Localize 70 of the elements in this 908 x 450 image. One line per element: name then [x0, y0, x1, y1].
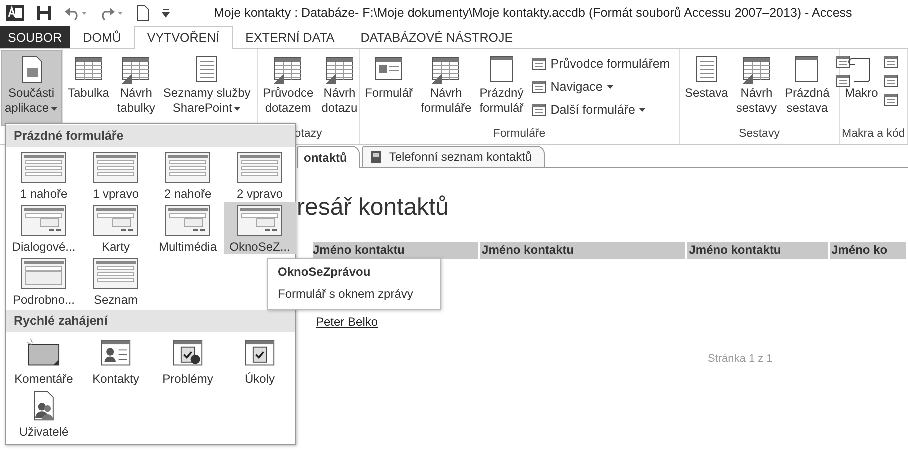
gallery-item[interactable]: Problémy [152, 334, 224, 386]
ribbon-tab[interactable]: EXTERNÍ DATA [232, 26, 348, 48]
contact-link[interactable]: Peter Belko [316, 315, 378, 329]
ribbon-button[interactable]: Makro [842, 51, 882, 125]
section-header: Prázdné formuláře [6, 125, 295, 147]
gallery-item[interactable]: Kontakty [80, 334, 152, 386]
window-title: Moje kontakty : Databáze- F:\Moje dokumenty\Moje kontakty.accdb (Formát souborů Accessu 2007–2013) - Access [214, 6, 852, 20]
column-header: Jméno kontaktu [482, 242, 688, 259]
ribbon-button[interactable]: Sestava [682, 51, 732, 125]
gallery-item[interactable]: 1 nahoře [8, 149, 80, 201]
new-document-icon[interactable] [136, 5, 150, 21]
column-header: Jméno kontaktu [313, 242, 480, 259]
gallery-item[interactable]: Seznam [80, 255, 152, 307]
undo-icon[interactable] [64, 6, 88, 20]
form-layout-icon [21, 152, 67, 184]
gallery-item[interactable]: Karty [80, 202, 152, 254]
form-layout-icon [93, 258, 139, 290]
section-header: Rychlé zahájení [6, 310, 295, 332]
tooltip-text: Formulář s oknem zprávy [278, 287, 414, 301]
column-header: Jméno kontaktu [689, 242, 830, 259]
form-layout-icon [165, 205, 211, 237]
gallery-item[interactable]: Dialogové... [8, 202, 80, 254]
tooltip-title: OknoSeZprávou [278, 265, 372, 279]
ribbon-tab[interactable]: DOMŮ [70, 26, 134, 48]
form-layout-icon [21, 205, 67, 237]
form-layout-icon [237, 152, 283, 184]
customize-icon[interactable] [162, 8, 170, 18]
report-title: resář kontaktů [297, 194, 450, 222]
group-label: otazy [294, 128, 322, 140]
ribbon-button[interactable]: Prázdná sestava [782, 51, 833, 125]
group-label: Makra a kód [842, 128, 906, 140]
ribbon-button[interactable]: Návrh dotazu [318, 51, 361, 125]
ribbon-button[interactable]: Prázdný formulář [476, 51, 527, 125]
ribbon-button[interactable]: Další formuláře [528, 100, 672, 120]
ribbon-button[interactable]: Navigace [528, 77, 672, 97]
group-label: Formuláře [493, 128, 546, 140]
ribbon-button[interactable]: Seznamy služby SharePoint [160, 51, 254, 125]
group-label: Sestavy [739, 128, 780, 140]
form-layout-icon [93, 205, 139, 237]
gallery-item[interactable]: 2 nahoře [152, 149, 224, 201]
ribbon-button[interactable]: Návrh sestavy [733, 51, 780, 125]
ribbon-tab[interactable]: DATABÁZOVÉ NÁSTROJE [348, 26, 526, 48]
gallery-item[interactable]: Uživatelé [8, 387, 80, 439]
app-logo-icon[interactable] [6, 4, 24, 22]
ribbon-tab[interactable]: SOUBOR [0, 26, 70, 48]
document-tab[interactable]: ontaktů [297, 146, 360, 168]
form-layout-icon [93, 152, 139, 184]
gallery-item[interactable]: Podrobno... [8, 255, 80, 307]
gallery-item[interactable]: Komentáře [8, 334, 80, 386]
form-layout-icon [237, 205, 283, 237]
notebook-icon [369, 150, 384, 164]
form-layout-icon [21, 258, 67, 290]
document-tab[interactable]: Telefonní seznam kontaktů [362, 146, 546, 167]
gallery-item[interactable]: 2 vpravo [224, 149, 296, 201]
redo-icon[interactable] [100, 6, 124, 20]
gallery-item[interactable]: Multimédia [152, 202, 224, 254]
ribbon-button[interactable]: Formulář [362, 51, 416, 125]
ribbon-button[interactable]: Návrh tabulky [114, 51, 158, 125]
gallery-item[interactable]: Úkoly [224, 334, 296, 386]
page-number: Stránka 1 z 1 [708, 353, 774, 365]
column-header: Jméno ko [832, 242, 908, 259]
gallery-item[interactable]: 1 vpravo [80, 149, 152, 201]
form-layout-icon [165, 152, 211, 184]
ribbon-button[interactable]: Průvodce formulářem [528, 54, 672, 74]
ribbon-button[interactable]: Tabulka [65, 51, 112, 125]
ribbon-button[interactable]: Součásti aplikace [2, 51, 62, 125]
ribbon-button[interactable]: Návrh formuláře [418, 51, 475, 125]
gallery-item[interactable]: OknoSeZ... [224, 202, 296, 254]
ribbon-button[interactable]: Průvodce dotazem [260, 51, 317, 125]
ribbon-tab[interactable]: VYTVOŘENÍ [134, 26, 233, 49]
